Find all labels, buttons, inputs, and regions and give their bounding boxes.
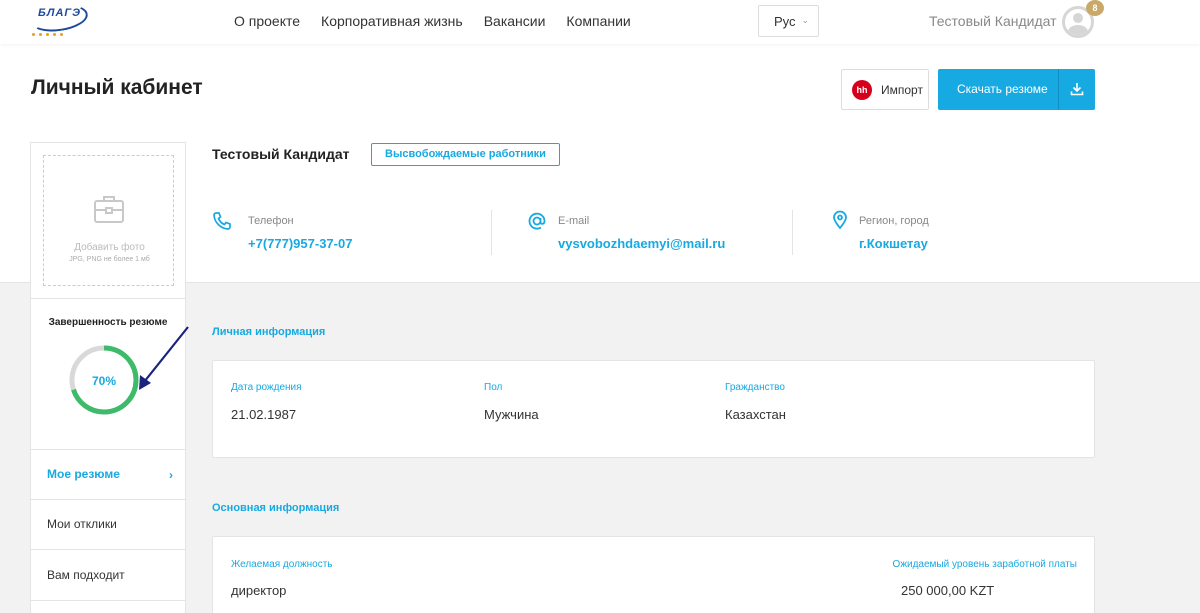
- sidebar-item-my-resume[interactable]: Мое резюме: [47, 467, 120, 481]
- download-resume-button[interactable]: Скачать резюме: [938, 69, 1095, 110]
- import-label: Импорт: [881, 83, 923, 97]
- citizenship-value: Казахстан: [725, 407, 786, 422]
- desired-position-value: директор: [231, 583, 287, 598]
- expected-salary-label: Ожидаемый уровень заработной платы: [892, 559, 1077, 570]
- email-value[interactable]: vysvobozhdaemyi@mail.ru: [558, 236, 725, 251]
- gender-label: Пол: [484, 382, 503, 393]
- import-button[interactable]: hh Импорт: [841, 69, 929, 110]
- region-label: Регион, город: [859, 215, 929, 227]
- logo[interactable]: БЛАГЭ: [28, 1, 96, 41]
- nav-corporate-life[interactable]: Корпоративная жизнь: [321, 13, 463, 29]
- expected-salary-value: 250 000,00 KZT: [901, 583, 995, 598]
- download-label: Скачать резюме: [957, 82, 1048, 96]
- add-photo-area[interactable]: Добавить фото JPG, PNG не более 1 мб: [43, 155, 174, 286]
- desired-position-label: Желаемая должность: [231, 559, 333, 570]
- page-title: Личный кабинет: [31, 76, 203, 99]
- add-photo-hint: JPG, PNG не более 1 мб: [69, 256, 150, 263]
- logo-dots: [32, 33, 63, 36]
- birth-date-value: 21.02.1987: [231, 407, 297, 422]
- user-icon-body: [1068, 25, 1088, 35]
- citizenship-label: Гражданство: [725, 382, 785, 393]
- language-select[interactable]: Рус ⌄: [758, 5, 819, 37]
- user-name[interactable]: Тестовый Кандидат: [929, 13, 1057, 29]
- personal-info-card: Дата рождения 21.02.1987 Пол Мужчина Гра…: [212, 360, 1095, 458]
- main-nav: О проекте Корпоративная жизнь Вакансии К…: [234, 13, 631, 29]
- region-value: г.Кокшетау: [859, 236, 928, 251]
- basic-info-card: Желаемая должность директор Ожидаемый ур…: [212, 536, 1095, 613]
- nav-about[interactable]: О проекте: [234, 13, 300, 29]
- email-label: E-mail: [558, 215, 590, 227]
- nav-vacancies[interactable]: Вакансии: [484, 13, 546, 29]
- at-icon: [528, 212, 546, 230]
- language-value: Рус: [774, 14, 796, 29]
- phone-icon: [213, 212, 231, 230]
- divider: [31, 298, 185, 299]
- basic-info-title: Основная информация: [212, 502, 340, 514]
- candidate-category-tag[interactable]: Высвобождаемые работники: [371, 143, 560, 166]
- candidate-name: Тестовый Кандидат: [212, 146, 350, 162]
- notification-badge[interactable]: 8: [1086, 0, 1104, 16]
- divider: [792, 210, 793, 255]
- user-icon-head: [1073, 13, 1083, 23]
- chevron-down-icon: ⌄: [801, 15, 809, 25]
- personal-info-title: Личная информация: [212, 326, 326, 338]
- download-icon[interactable]: [1069, 81, 1085, 97]
- divider: [31, 499, 185, 500]
- birth-date-label: Дата рождения: [231, 382, 302, 393]
- gender-value: Мужчина: [484, 407, 539, 422]
- chevron-right-icon: ›: [169, 468, 173, 482]
- annotation-arrow: [139, 326, 189, 390]
- top-navbar: БЛАГЭ О проекте Корпоративная жизнь Вака…: [0, 0, 1200, 44]
- sidebar-item-suits-you[interactable]: Вам подходит: [47, 568, 125, 582]
- logo-text: БЛАГЭ: [38, 7, 82, 19]
- phone-value[interactable]: +7(777)957-37-07: [248, 236, 352, 251]
- location-icon: [833, 210, 847, 230]
- divider: [491, 210, 492, 255]
- divider: [31, 600, 185, 601]
- phone-label: Телефон: [248, 215, 294, 227]
- divider: [31, 549, 185, 550]
- sidebar-item-my-responses[interactable]: Мои отклики: [47, 517, 117, 531]
- add-photo-title: Добавить фото: [74, 242, 145, 253]
- divider: [31, 449, 185, 450]
- button-divider: [1058, 69, 1059, 110]
- briefcase-icon: [94, 196, 124, 223]
- nav-companies[interactable]: Компании: [566, 13, 630, 29]
- hh-icon: hh: [852, 80, 872, 100]
